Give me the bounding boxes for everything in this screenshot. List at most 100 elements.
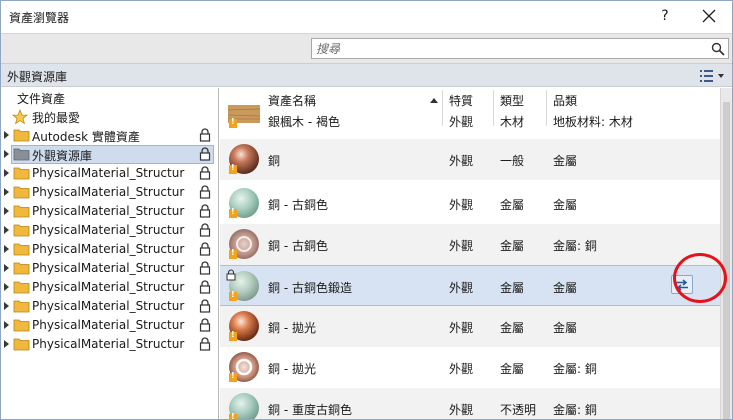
expand-arrow-icon[interactable] xyxy=(4,169,9,177)
cell-category: 金屬 xyxy=(553,321,578,335)
replace-asset-button[interactable] xyxy=(671,275,693,294)
tree-item-label: PhysicalMaterial_Structur xyxy=(32,166,185,180)
warning-icon xyxy=(229,330,237,341)
table-row[interactable]: 銅 - 拋光 外觀 金屬 金屬 xyxy=(220,306,720,347)
tree-item-library[interactable]: PhysicalMaterial_Structur xyxy=(1,202,217,221)
tree-item-label: PhysicalMaterial_Structur xyxy=(32,204,185,218)
folder-icon xyxy=(13,167,30,180)
tree-item-label: PhysicalMaterial_Structur xyxy=(32,318,185,332)
table-row[interactable]: 銀楓木 - 褐色 外觀 木材 地板材料: 木材 xyxy=(220,93,720,133)
cell-trait: 外觀 xyxy=(449,198,474,212)
search-input[interactable] xyxy=(316,40,706,57)
lock-icon xyxy=(199,242,211,256)
expand-arrow-icon[interactable] xyxy=(4,188,9,196)
folder-icon xyxy=(13,319,30,332)
table-row[interactable]: 銅 - 拋光 外觀 金屬 金屬: 銅 xyxy=(220,347,720,388)
star-icon xyxy=(12,109,28,125)
warning-icon xyxy=(229,163,237,174)
lock-icon xyxy=(199,185,211,199)
table-row[interactable]: 銅 外觀 一般 金屬 xyxy=(220,139,720,180)
help-button[interactable]: ? xyxy=(653,4,677,28)
expand-arrow-icon[interactable] xyxy=(4,302,9,310)
lock-icon xyxy=(226,269,236,281)
tree-item-library[interactable]: PhysicalMaterial_Structur xyxy=(1,221,217,240)
tree-item-label: PhysicalMaterial_Structur xyxy=(32,242,185,256)
cell-trait: 外觀 xyxy=(449,281,474,295)
lock-icon xyxy=(199,261,211,275)
expand-arrow-icon[interactable] xyxy=(4,150,9,158)
cell-type: 金屬 xyxy=(500,198,525,212)
folder-icon xyxy=(13,300,30,313)
tree-item-library[interactable]: PhysicalMaterial_Structur xyxy=(1,316,217,335)
cell-category: 金屬: 銅 xyxy=(553,362,597,376)
asset-list: 資產名稱 特質 類型 品類 銀楓木 - 褐色外觀木材地板材料: 木材銅外觀一般金… xyxy=(220,88,720,419)
cell-category: 地板材料: 木材 xyxy=(553,115,633,129)
folder-icon xyxy=(13,129,30,142)
lock-icon xyxy=(199,299,211,313)
expand-arrow-icon[interactable] xyxy=(4,321,9,329)
table-row[interactable]: 銅 - 重度古銅色 外觀 不透明 金屬: 銅 xyxy=(220,388,720,419)
cell-trait: 外觀 xyxy=(449,403,474,417)
tree-section-document-assets[interactable]: 文件資產 xyxy=(17,90,65,107)
view-options-button[interactable] xyxy=(699,68,727,84)
cell-category: 金屬: 銅 xyxy=(553,239,597,253)
search-icon[interactable] xyxy=(711,42,725,56)
tree-item-library[interactable]: PhysicalMaterial_Structur xyxy=(1,259,217,278)
tree-item-library[interactable]: PhysicalMaterial_Structur xyxy=(1,297,217,316)
swap-arrows-icon xyxy=(676,279,688,291)
cell-trait: 外觀 xyxy=(449,362,474,376)
expand-arrow-icon[interactable] xyxy=(4,131,9,139)
favorites-label: 我的最愛 xyxy=(32,111,81,125)
warning-icon xyxy=(229,248,237,259)
expand-arrow-icon[interactable] xyxy=(4,264,9,272)
tree-item-library[interactable]: PhysicalMaterial_Structur xyxy=(1,240,217,259)
window-title: 資產瀏覽器 xyxy=(9,11,70,25)
cell-type: 金屬 xyxy=(500,362,525,376)
cell-asset-name: 銅 xyxy=(268,154,281,168)
cell-category: 金屬 xyxy=(553,198,578,212)
title-bar: 資產瀏覽器 ? xyxy=(1,1,732,33)
table-row[interactable]: 銅 - 古銅色 外觀 金屬 金屬 xyxy=(220,183,720,224)
expand-arrow-icon[interactable] xyxy=(4,226,9,234)
cell-asset-name: 銅 - 拋光 xyxy=(268,362,316,376)
warning-icon xyxy=(229,117,237,128)
folder-icon xyxy=(13,281,30,294)
cell-type: 金屬 xyxy=(500,239,525,253)
tree-item-label: PhysicalMaterial_Structur xyxy=(32,223,185,237)
vertical-scrollbar[interactable] xyxy=(720,88,732,419)
lock-icon xyxy=(199,204,211,218)
folder-icon xyxy=(13,224,30,237)
lock-icon xyxy=(199,166,211,180)
tree-item-library[interactable]: PhysicalMaterial_Structur xyxy=(1,278,217,297)
cell-type: 金屬 xyxy=(500,281,525,295)
warning-icon xyxy=(229,371,237,382)
cell-type: 一般 xyxy=(500,154,525,168)
close-button[interactable] xyxy=(689,2,729,30)
table-row[interactable]: 銅 - 古銅色鍛造 外觀 金屬 金屬 xyxy=(220,265,720,306)
expand-arrow-icon[interactable] xyxy=(4,340,9,348)
library-tree: 文件資產 我的最愛 Autodesk 實體資產 外觀資源庫 PhysicalMate… xyxy=(1,88,219,419)
tree-item-library[interactable]: 外觀資源庫 xyxy=(1,145,217,164)
warning-icon xyxy=(229,412,237,419)
cell-asset-name: 銀楓木 - 褐色 xyxy=(268,115,340,129)
cell-trait: 外觀 xyxy=(449,239,474,253)
search-box[interactable] xyxy=(311,38,729,59)
tree-item-library[interactable]: PhysicalMaterial_Structur xyxy=(1,164,217,183)
scrollbar-thumb[interactable] xyxy=(723,102,730,419)
expand-arrow-icon[interactable] xyxy=(4,283,9,291)
tree-item-library[interactable]: PhysicalMaterial_Structur xyxy=(1,183,217,202)
tree-item-library[interactable]: Autodesk 實體資產 xyxy=(1,126,217,145)
table-row[interactable]: 銅 - 古銅色 外觀 金屬 金屬: 銅 xyxy=(220,224,720,265)
tree-item-library[interactable]: PhysicalMaterial_Structur xyxy=(1,335,217,354)
expand-arrow-icon[interactable] xyxy=(4,207,9,215)
warning-icon xyxy=(229,207,237,218)
lock-icon xyxy=(199,280,211,294)
folder-icon xyxy=(13,262,30,275)
tree-item-label: PhysicalMaterial_Structur xyxy=(32,299,185,313)
lock-icon xyxy=(199,147,211,161)
expand-arrow-icon[interactable] xyxy=(4,245,9,253)
folder-icon xyxy=(13,186,30,199)
cell-category: 金屬 xyxy=(553,281,578,295)
folder-icon xyxy=(13,243,30,256)
list-view-icon xyxy=(700,70,724,82)
